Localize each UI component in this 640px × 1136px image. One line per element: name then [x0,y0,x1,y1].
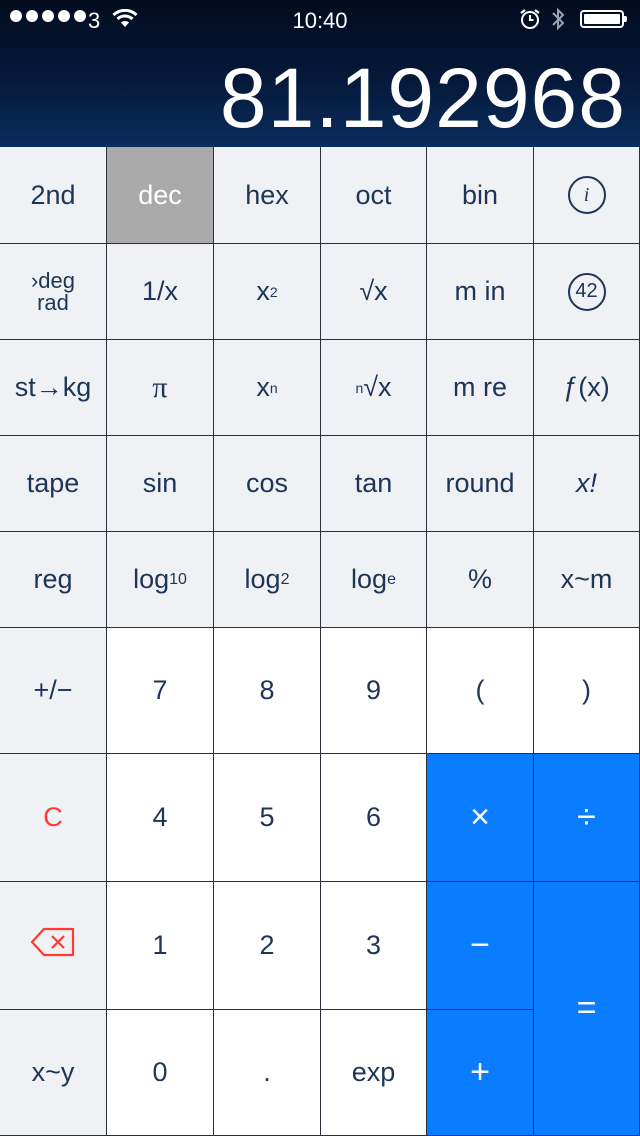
keypad: 2nd dec hex oct bin i ›deg rad 1/x x2 √x … [0,147,640,1136]
digit-8-button[interactable]: 8 [214,628,321,754]
loge-subscript: e [387,570,396,588]
log10-button[interactable]: log 10 [107,532,214,628]
digit-7-button[interactable]: 7 [107,628,214,754]
swap-memory-button[interactable]: x~m [534,532,640,628]
stone-to-kg-button[interactable]: st→kg [0,340,107,436]
log2-label: log [244,564,281,594]
digit-5-button[interactable]: 5 [214,754,321,882]
log10-label: log [133,564,170,594]
oct-mode-button[interactable]: oct [321,147,427,244]
close-paren-button[interactable]: ) [534,628,640,754]
plus-button[interactable]: + [427,1010,534,1136]
digit-6-button[interactable]: 6 [321,754,427,882]
loge-button[interactable]: log e [321,532,427,628]
power-button[interactable]: xn [214,340,321,436]
pi-button[interactable]: π [107,340,214,436]
rad-label: rad [37,289,69,315]
bin-mode-button[interactable]: bin [427,147,534,244]
tape-button[interactable]: tape [0,436,107,532]
equals-button[interactable]: = [534,882,640,1136]
bluetooth-icon [550,6,566,38]
battery-icon [580,10,627,28]
multiply-button[interactable]: × [427,754,534,882]
hex-mode-button[interactable]: hex [214,147,321,244]
digit-4-button[interactable]: 4 [107,754,214,882]
digit-1-button[interactable]: 1 [107,882,214,1010]
digit-9-button[interactable]: 9 [321,628,427,754]
factorial-button[interactable]: x! [534,436,640,532]
reciprocal-button[interactable]: 1/x [107,244,214,340]
digit-0-button[interactable]: 0 [107,1010,214,1136]
backspace-button[interactable] [0,882,107,1010]
square-base: x [256,276,270,306]
open-paren-button[interactable]: ( [427,628,534,754]
display-value: 81.192968 [219,51,626,145]
sin-button[interactable]: sin [107,436,214,532]
reg-button[interactable]: reg [0,532,107,628]
plus-minus-button[interactable]: +/− [0,628,107,754]
memory-in-button[interactable]: m in [427,244,534,340]
nth-root-label: √x [363,372,392,402]
digit-2-button[interactable]: 2 [214,882,321,1010]
nth-root-index: n [355,379,364,396]
memory-recall-button[interactable]: m re [427,340,534,436]
second-function-button[interactable]: 2nd [0,147,107,244]
nth-root-button[interactable]: n √x [321,340,427,436]
square-button[interactable]: x2 [214,244,321,340]
badge-42-icon: 42 [567,272,606,311]
backspace-icon [30,927,76,964]
dec-mode-button[interactable]: dec [107,147,214,244]
digit-3-button[interactable]: 3 [321,882,427,1010]
calculator-app: 3 10:40 81.192968 2nd dec hex oct bin i … [0,0,640,1136]
loge-label: log [351,564,388,594]
square-root-button[interactable]: √x [321,244,427,340]
minus-button[interactable]: − [427,882,534,1010]
badge-42-button[interactable]: 42 [534,244,640,340]
swap-xy-button[interactable]: x~y [0,1010,107,1136]
square-exponent: 2 [269,283,278,300]
power-exponent: n [269,379,278,396]
cos-button[interactable]: cos [214,436,321,532]
log10-subscript: 10 [169,570,187,588]
power-base: x [256,372,270,402]
exp-button[interactable]: exp [321,1010,427,1136]
deg-rad-button[interactable]: ›deg rad [0,244,107,340]
function-button[interactable]: ƒ(x) [534,340,640,436]
alarm-icon [519,8,541,36]
round-button[interactable]: round [427,436,534,532]
status-bar: 3 10:40 [0,0,640,40]
decimal-point-button[interactable]: . [214,1010,321,1136]
info-icon: i [567,176,606,214]
tan-button[interactable]: tan [321,436,427,532]
display-header: 3 10:40 81.192968 [0,0,640,147]
clear-button[interactable]: C [0,754,107,882]
log2-button[interactable]: log 2 [214,532,321,628]
divide-button[interactable]: ÷ [534,754,640,882]
deg-label: ›deg [30,267,76,293]
log2-subscript: 2 [280,570,290,588]
status-time: 10:40 [292,8,348,33]
percent-button[interactable]: % [427,532,534,628]
info-button[interactable]: i [534,147,640,244]
